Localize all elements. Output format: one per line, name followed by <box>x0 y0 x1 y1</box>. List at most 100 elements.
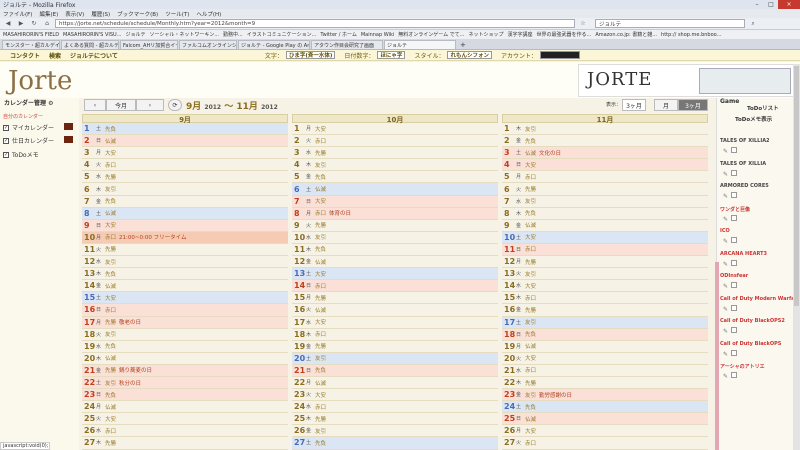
gear-icon[interactable]: ⚙ <box>48 100 53 107</box>
day-cell[interactable]: 20 火大安 <box>502 353 708 365</box>
checkbox-icon[interactable] <box>731 169 738 176</box>
pencil-icon[interactable]: ✎ <box>723 351 728 358</box>
day-cell[interactable]: 5 水先勝 <box>82 171 288 184</box>
day-cell[interactable]: 1 土先負 <box>82 123 288 136</box>
bookmark-star-icon[interactable]: ☆ <box>578 19 588 28</box>
day-cell[interactable]: 4 日大安 <box>502 159 708 172</box>
checkbox-icon[interactable]: ✓ <box>3 137 9 144</box>
day-cell[interactable]: 18 火友引 <box>82 329 288 341</box>
day-cell[interactable]: 25 木先勝 <box>292 413 498 426</box>
date-font-select[interactable]: ほにゃ字 <box>377 51 406 59</box>
day-cell[interactable]: 6 木友引 <box>82 183 288 196</box>
day-cell[interactable]: 8 月赤口 体育の日 <box>292 207 498 220</box>
day-cell[interactable]: 9 火先勝 <box>292 220 498 232</box>
account-select[interactable] <box>539 51 580 59</box>
forward-icon[interactable]: ▶ <box>16 19 26 28</box>
bookmark-item[interactable]: イラストコミュニケーション... <box>247 31 317 38</box>
menu-item[interactable]: ファイル(F) <box>3 10 32 18</box>
day-cell[interactable]: 16 金先勝 <box>502 304 708 317</box>
event-label[interactable]: 敬老の日 <box>119 318 141 326</box>
pencil-icon[interactable]: ✎ <box>723 148 728 155</box>
day-cell[interactable]: 17 水大安 <box>292 317 498 329</box>
day-cell[interactable]: 2 金先負 <box>502 135 708 148</box>
bookmark-item[interactable]: ジョルテ <box>125 31 145 38</box>
menu-item[interactable]: 編集(E) <box>39 10 58 18</box>
search-icon[interactable]: ⌕ <box>748 19 758 28</box>
menu-item[interactable]: 履歴(S) <box>91 10 110 18</box>
pencil-icon[interactable]: ✎ <box>723 283 728 290</box>
checkbox-icon[interactable] <box>731 304 738 311</box>
day-cell[interactable]: 14 金仏滅 <box>82 280 288 293</box>
month-view-button[interactable]: 月 <box>654 99 678 111</box>
day-cell[interactable]: 9 金仏滅 <box>502 220 708 232</box>
page-scrollbar[interactable] <box>793 64 800 450</box>
pencil-icon[interactable]: ✎ <box>723 238 728 245</box>
bookmark-item[interactable]: 世界の最強武器を作る... <box>537 31 592 38</box>
checkbox-icon[interactable] <box>731 372 738 378</box>
day-cell[interactable]: 12 水友引 <box>82 256 288 269</box>
day-cell[interactable]: 10 土大安 <box>502 231 708 244</box>
day-cell[interactable]: 21 日先負 <box>292 364 498 377</box>
jorte-logo[interactable]: Jorte <box>8 66 72 96</box>
todo-item-title[interactable]: Call of Duty BlackOPS2 <box>720 318 785 324</box>
day-cell[interactable]: 26 金友引 <box>292 425 498 438</box>
checkbox-icon[interactable] <box>731 282 738 288</box>
scrollbar-thumb[interactable] <box>794 66 799 306</box>
day-cell[interactable]: 27 木先勝 <box>82 437 288 450</box>
day-cell[interactable]: 22 土友引 秋分の日 <box>82 376 288 390</box>
day-cell[interactable]: 1 木友引 <box>502 123 708 136</box>
browser-tab[interactable]: ジョルテ - Google Play の Android アプリ <box>238 40 310 49</box>
browser-tab[interactable]: アタウン作目会研究了画面 <box>311 40 383 49</box>
pencil-icon[interactable]: ✎ <box>723 328 728 335</box>
day-cell[interactable]: 25 日仏滅 <box>502 413 708 426</box>
todo-item-title[interactable]: TALES OF XILLIA2 <box>720 138 770 144</box>
pencil-icon[interactable]: ✎ <box>723 373 728 380</box>
checkbox-icon[interactable] <box>731 237 738 243</box>
day-cell[interactable]: 2 火赤口 <box>292 135 498 148</box>
day-cell[interactable]: 26 水赤口 <box>82 425 288 438</box>
day-cell[interactable]: 14 水大安 <box>502 280 708 293</box>
day-cell[interactable]: 19 水先負 <box>82 341 288 353</box>
todo-item-title[interactable]: ICO <box>720 228 730 234</box>
menu-item[interactable]: ツール(T) <box>165 10 189 18</box>
day-cell[interactable]: 10 月赤口 21:00~0:00 フリータイム <box>82 231 288 244</box>
todo-item-title[interactable]: ARCANA HEART3 <box>720 251 767 257</box>
day-cell[interactable]: 17 土友引 <box>502 316 708 329</box>
bookmark-item[interactable]: ネットショップ <box>469 31 504 38</box>
day-cell[interactable]: 4 木友引 <box>292 159 498 172</box>
todo-item-title[interactable]: ARMORED CORE5 <box>720 183 769 189</box>
day-cell[interactable]: 27 火赤口 <box>502 437 708 450</box>
day-cell[interactable]: 4 火赤口 <box>82 159 288 172</box>
todo-item-title[interactable]: ODInsfear <box>720 273 748 279</box>
day-cell[interactable]: 26 月大安 <box>502 425 708 438</box>
bookmark-item[interactable]: MASAHIRORIN'S FIELD <box>3 32 59 38</box>
day-cell[interactable]: 6 火先勝 <box>502 183 708 196</box>
day-cell[interactable]: 19 金先勝 <box>292 341 498 353</box>
day-cell[interactable]: 19 月仏滅 <box>502 341 708 353</box>
checkbox-icon[interactable] <box>731 214 738 221</box>
todo-item-title[interactable]: ワンダと巨像 <box>720 206 750 213</box>
day-cell[interactable]: 21 金先勝 鍋り蕎麦の日 <box>82 364 288 377</box>
calendar-item-my[interactable]: ✓ マイカレンダー <box>3 123 54 132</box>
refresh-icon[interactable]: ⟳ <box>168 99 182 111</box>
bookmark-item[interactable]: Mainnap Wiki <box>361 32 394 38</box>
close-icon[interactable]: × <box>778 0 800 9</box>
day-cell[interactable]: 23 金友引 勤労感謝の日 <box>502 389 708 402</box>
day-cell[interactable]: 3 月大安 <box>82 147 288 160</box>
day-cell[interactable]: 3 水先勝 <box>292 147 498 160</box>
bookmark-item[interactable]: 勤務中... <box>223 31 243 38</box>
day-cell[interactable]: 11 火先勝 <box>82 244 288 257</box>
day-cell[interactable]: 13 火友引 <box>502 268 708 281</box>
day-cell[interactable]: 18 木赤口 <box>292 329 498 341</box>
day-cell[interactable]: 23 火大安 <box>292 389 498 402</box>
event-label[interactable]: 体育の日 <box>329 209 351 217</box>
style-select[interactable]: れもんシフォン <box>447 51 492 59</box>
day-cell[interactable]: 8 土仏滅 <box>82 207 288 220</box>
three-month-view-button[interactable]: 3ヶ月 <box>678 99 708 111</box>
maximize-icon[interactable]: □ <box>764 0 778 9</box>
day-cell[interactable]: 14 日赤口 <box>292 280 498 293</box>
bookmark-item[interactable]: Amazon.co.jp: 書籍と雑... <box>595 31 657 38</box>
day-cell[interactable]: 3 土仏滅 文化の日 <box>502 147 708 160</box>
day-cell[interactable]: 22 月仏滅 <box>292 377 498 390</box>
this-month-button[interactable]: 今月 <box>106 99 136 111</box>
